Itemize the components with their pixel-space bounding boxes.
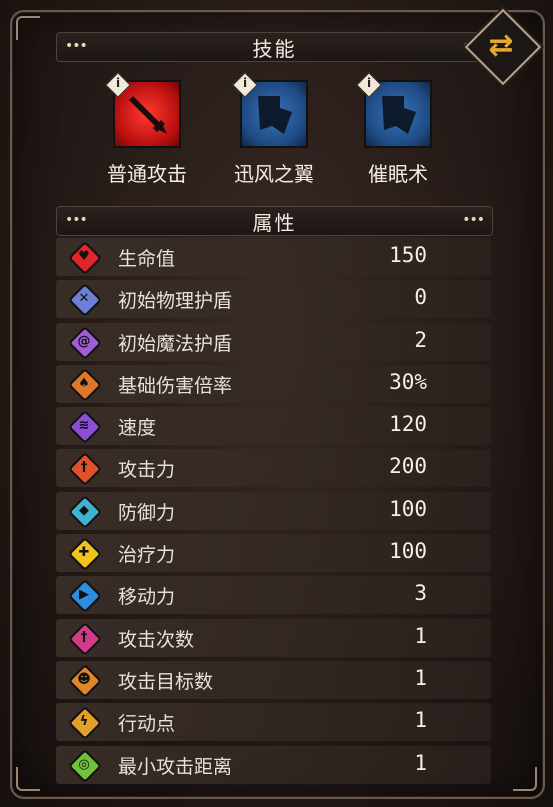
attribute-row[interactable]: ▶ 移动力 3 [56,576,491,615]
attributes-title: 属性 [252,210,297,235]
attribute-value: 200 [389,454,427,479]
attack-icon: † [68,452,102,487]
icon-glyph: ✚ [78,545,90,561]
info-icon: i [115,76,121,90]
axe-icon: ♠ [68,367,102,402]
attribute-value: 1 [414,623,427,648]
dots-decoration: ••• [65,38,88,54]
skill-label: 迅风之翼 [234,162,314,186]
attribute-name: 速度 [118,417,157,440]
skills-header: ••• 技能 ••• [56,32,493,62]
dots-decoration: ••• [65,212,88,228]
dots-decoration: ••• [462,212,485,228]
armor-icon: ◆ [68,494,102,529]
skills-list: i 普通攻击 i 迅风之翼 i 催眠术 [0,72,553,190]
magic-shield-icon: @ [68,325,102,360]
icon-glyph: ϟ [79,714,89,730]
shield-icon [382,96,416,134]
skill-wind-wings[interactable]: i 迅风之翼 [214,72,334,187]
attribute-value: 100 [389,539,427,564]
skill-hypnosis[interactable]: i 催眠术 [338,72,458,187]
attribute-value: 30% [389,369,427,394]
attribute-value: 3 [414,581,427,606]
shield-icon [258,96,292,134]
skill-icon[interactable]: i [356,72,432,148]
attribute-row[interactable]: ≋ 速度 120 [56,407,491,446]
action-point-icon: ϟ [68,706,102,741]
attribute-name: 初始魔法护盾 [118,332,233,355]
attribute-row[interactable]: ✕ 初始物理护盾 0 [56,280,491,319]
icon-glyph: ♠ [78,375,90,391]
skill-normal-attack[interactable]: i 普通攻击 [87,72,207,187]
attribute-row[interactable]: ♥ 生命值 150 [56,238,491,276]
icon-glyph: @ [77,333,91,349]
attributes-header: ••• 属性 ••• [56,206,493,236]
attribute-row[interactable]: ♠ 基础伤害倍率 30% [56,364,491,403]
target-count-icon: ☻ [68,663,102,698]
attribute-name: 治疗力 [118,544,176,567]
frame-corner [16,16,40,40]
attribute-name: 行动点 [118,713,176,736]
skill-label: 催眠术 [368,162,428,186]
icon-glyph: ☻ [77,671,91,687]
icon-glyph: † [80,629,88,645]
skill-label: 普通攻击 [107,162,187,186]
range-icon: ◎ [68,748,102,783]
attribute-name: 最小攻击距离 [118,755,233,778]
attribute-value: 1 [414,665,427,690]
icon-glyph: ▶ [79,587,89,603]
physical-shield-icon: ✕ [68,283,102,318]
attribute-name: 基础伤害倍率 [118,374,233,397]
icon-glyph: ◎ [78,756,90,772]
sword-icon [129,96,167,134]
attack-count-icon: † [68,621,102,656]
attribute-name: 攻击力 [118,459,176,482]
icon-glyph: ✕ [78,291,90,307]
skill-icon[interactable]: i [105,72,181,148]
heart-icon: ♥ [68,241,102,275]
attribute-row[interactable]: ϟ 行动点 1 [56,703,491,742]
frame-corner [513,767,537,791]
attribute-value: 2 [414,327,427,352]
attribute-row[interactable]: ✚ 治疗力 100 [56,534,491,573]
attribute-value: 150 [389,243,427,267]
frame-corner [16,767,40,791]
speed-icon: ≋ [68,410,102,445]
attribute-row[interactable]: ◎ 最小攻击距离 1 [56,745,491,784]
attribute-name: 移动力 [118,586,176,609]
attribute-name: 攻击次数 [118,628,195,651]
attribute-value: 0 [414,285,427,310]
attribute-name: 攻击目标数 [118,670,214,693]
skills-title: 技能 [252,36,297,61]
attribute-name: 生命值 [118,248,176,270]
info-icon: i [242,76,248,90]
attribute-name: 防御力 [118,501,176,524]
attribute-row[interactable]: † 攻击力 200 [56,449,491,488]
icon-glyph: ≋ [78,418,90,434]
swap-arrows-icon[interactable]: ⇄ [478,24,524,66]
attribute-value: 120 [389,412,427,437]
attribute-row[interactable]: ◆ 防御力 100 [56,491,491,530]
icon-glyph: ◆ [79,502,89,518]
attribute-value: 100 [389,496,427,521]
icon-glyph: † [80,460,88,476]
icon-glyph: ♥ [78,249,90,264]
attribute-row[interactable]: † 攻击次数 1 [56,618,491,657]
attribute-row[interactable]: @ 初始魔法护盾 2 [56,322,491,361]
info-icon: i [366,76,372,90]
heal-icon: ✚ [68,537,102,572]
attribute-value: 1 [414,708,427,733]
attribute-value: 1 [414,750,427,775]
boot-icon: ▶ [68,579,102,614]
attribute-name: 初始物理护盾 [118,290,233,313]
attribute-list: ♥ 生命值 150 ✕ 初始物理护盾 0 @ 初始魔法护盾 2 ♠ 基础伤害倍率 30% ≋ 速度 120 †… [56,238,491,788]
skill-icon[interactable]: i [232,72,308,148]
attribute-row[interactable]: ☻ 攻击目标数 1 [56,660,491,699]
